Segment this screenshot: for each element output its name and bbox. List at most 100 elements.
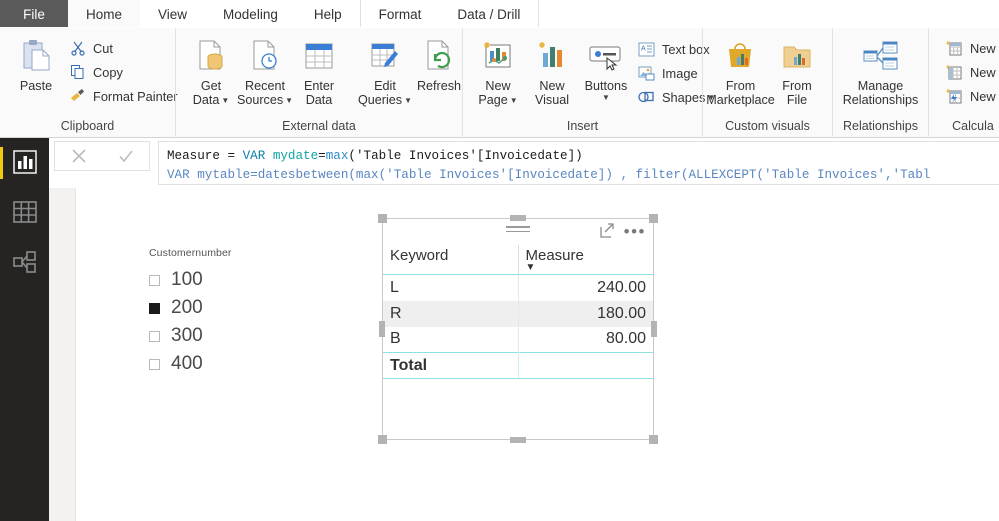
- slicer-item-label: 200: [171, 297, 203, 318]
- column-header-measure[interactable]: Measure ▼: [517, 245, 653, 275]
- slicer-customernumber[interactable]: Customernumber 100 200 300 400: [149, 247, 279, 378]
- checkbox-icon[interactable]: [149, 330, 160, 342]
- resize-handle-left[interactable]: [379, 321, 385, 337]
- paste-label: Paste: [19, 79, 53, 93]
- buttons-label: Buttons ▼: [584, 79, 628, 102]
- new-visual-label: New Visual: [534, 79, 570, 107]
- refresh-icon: [423, 36, 455, 76]
- recent-sources-button[interactable]: Recent Sources ▼: [237, 34, 293, 109]
- formula-commit-button[interactable]: [102, 142, 149, 170]
- slicer-item-300[interactable]: 300: [149, 322, 279, 350]
- enter-data-button[interactable]: Enter Data: [292, 34, 346, 109]
- get-data-button[interactable]: Get Data ▼: [184, 34, 238, 109]
- table-header: Keyword Measure ▼: [383, 245, 653, 275]
- new-quick-measure-button[interactable]: New Qui: [941, 84, 999, 108]
- ribbon: Paste Cut Copy Format Painter Clipboard …: [0, 28, 999, 138]
- resize-handle-bottom[interactable]: [510, 437, 526, 443]
- scissors-icon: [68, 39, 87, 58]
- data-view-icon: [12, 200, 38, 227]
- paste-icon: [19, 36, 53, 76]
- sidebar-item-data-view[interactable]: [0, 188, 49, 238]
- refresh-button[interactable]: Refresh: [412, 34, 466, 95]
- table-row[interactable]: L 240.00: [383, 274, 653, 301]
- sidebar-item-model-view[interactable]: [0, 238, 49, 288]
- cell-total-value: [517, 352, 653, 379]
- tab-home[interactable]: Home: [68, 0, 141, 28]
- new-page-button[interactable]: New Page ▼: [471, 34, 525, 109]
- new-visual-button[interactable]: New Visual: [525, 34, 579, 109]
- sidebar-item-report-view[interactable]: [0, 138, 49, 188]
- checkbox-icon[interactable]: [149, 274, 160, 286]
- resize-handle-top-right[interactable]: [649, 214, 658, 223]
- more-options-icon[interactable]: •••: [624, 223, 646, 240]
- tab-format-label: Format: [378, 6, 422, 22]
- paste-button[interactable]: Paste: [8, 34, 64, 95]
- manage-relationships-button[interactable]: Manage Relationships: [841, 34, 920, 109]
- slicer-item-200[interactable]: 200: [149, 294, 279, 322]
- slicer-item-400[interactable]: 400: [149, 350, 279, 378]
- copy-button[interactable]: Copy: [64, 60, 182, 84]
- chevron-down-icon: ▼: [602, 93, 610, 102]
- new-column-icon: [945, 63, 964, 82]
- formula-cancel-button[interactable]: [55, 142, 102, 170]
- cell-total-label: Total: [383, 352, 518, 379]
- new-quick-measure-label: New Qui: [970, 88, 999, 104]
- cell-keyword: R: [383, 300, 518, 327]
- table-row[interactable]: R 180.00: [383, 300, 653, 327]
- chevron-down-icon: ▼: [509, 95, 518, 105]
- external-data-group-label: External data: [282, 119, 356, 133]
- tab-data-drill[interactable]: Data / Drill: [439, 0, 538, 28]
- drag-handle-icon[interactable]: [506, 226, 530, 233]
- clipboard-small-buttons: Cut Copy Format Painter: [64, 34, 182, 108]
- get-data-icon: [195, 36, 227, 76]
- from-file-button[interactable]: From File: [770, 34, 824, 109]
- cell-measure: 180.00: [517, 300, 653, 327]
- slicer-item-100[interactable]: 100: [149, 266, 279, 294]
- tab-view-label: View: [158, 6, 188, 22]
- tab-help-label: Help: [313, 6, 342, 22]
- resize-handle-right[interactable]: [651, 321, 657, 337]
- tab-data-drill-label: Data / Drill: [457, 6, 521, 22]
- report-view-icon: [12, 149, 38, 178]
- resize-handle-top-left[interactable]: [378, 214, 387, 223]
- shapes-icon: [637, 88, 656, 107]
- buttons-button[interactable]: Buttons ▼: [579, 34, 633, 104]
- tab-help[interactable]: Help: [296, 0, 360, 28]
- from-marketplace-button[interactable]: From Marketplace: [706, 34, 775, 109]
- column-header-keyword[interactable]: Keyword: [383, 245, 518, 275]
- dax-formula-input[interactable]: Measure = VAR mydate=max('Table Invoices…: [158, 141, 999, 185]
- cut-button[interactable]: Cut: [64, 36, 182, 60]
- checkbox-checked-icon[interactable]: [149, 302, 160, 314]
- canvas-left-gutter: [49, 188, 76, 521]
- view-switcher-sidebar: [0, 138, 49, 521]
- table-visual[interactable]: ••• Keyword Measure ▼ L 240.00 R 180.00 …: [378, 214, 658, 444]
- edit-queries-label: Edit Queries ▼: [357, 79, 413, 107]
- new-measure-button[interactable]: New Me: [941, 36, 999, 60]
- tab-modeling-label: Modeling: [223, 6, 278, 22]
- clipboard-group-label: Clipboard: [60, 119, 115, 133]
- new-column-button[interactable]: New Col: [941, 60, 999, 84]
- ribbon-group-external-data: Get Data ▼ Recent Sources ▼ Enter Data E…: [175, 28, 462, 138]
- tab-view[interactable]: View: [140, 0, 205, 28]
- resize-handle-top[interactable]: [510, 215, 526, 221]
- table-row[interactable]: B 80.00: [383, 326, 653, 353]
- table-body: L 240.00 R 180.00 B 80.00 Total: [383, 274, 653, 379]
- resize-handle-bottom-left[interactable]: [378, 435, 387, 444]
- visual-header-icons: •••: [599, 223, 646, 241]
- tab-modeling[interactable]: Modeling: [205, 0, 296, 28]
- manage-relationships-label: Manage Relationships: [842, 79, 919, 107]
- insert-group-label: Insert: [566, 119, 599, 133]
- slicer-item-label: 300: [171, 325, 203, 346]
- tab-file[interactable]: File: [0, 0, 68, 28]
- resize-handle-bottom-right[interactable]: [649, 435, 658, 444]
- edit-queries-button[interactable]: Edit Queries ▼: [358, 34, 412, 109]
- from-file-label: From File: [782, 79, 812, 107]
- checkbox-icon[interactable]: [149, 358, 160, 370]
- report-canvas[interactable]: Customernumber 100 200 300 400 ••• Keywo…: [49, 188, 999, 521]
- model-view-icon: [12, 250, 38, 277]
- format-painter-button[interactable]: Format Painter: [64, 84, 182, 108]
- ribbon-group-relationships: Manage Relationships Relationships: [832, 28, 928, 138]
- refresh-label: Refresh: [416, 79, 462, 93]
- focus-mode-icon[interactable]: [599, 223, 615, 241]
- tab-format[interactable]: Format: [359, 0, 440, 28]
